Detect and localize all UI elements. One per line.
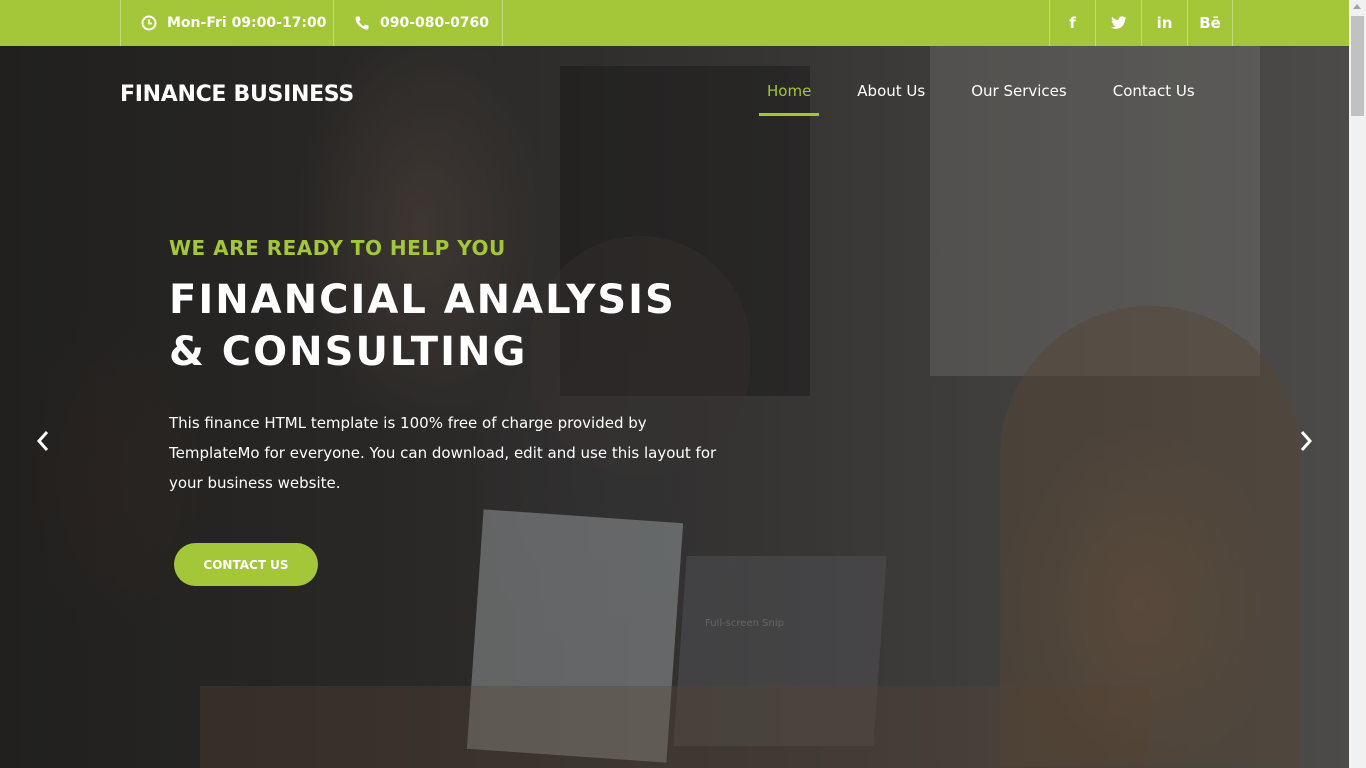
hero-caption: WE ARE READY TO HELP YOU FINANCIAL ANALY… (169, 236, 749, 498)
chevron-right-icon (1300, 431, 1313, 451)
phone-number-text: 090-080-0760 (380, 15, 490, 31)
hero-headline-line2: & CONSULTING (169, 329, 528, 375)
facebook-icon[interactable]: f (1049, 0, 1095, 46)
contact-us-button[interactable]: CONTACT US (174, 543, 318, 586)
twitter-icon[interactable] (1095, 0, 1141, 46)
nav-our-services[interactable]: Our Services (956, 72, 1082, 116)
slider-next-button[interactable] (1291, 426, 1321, 456)
twitter-bird-icon (1110, 16, 1126, 29)
hero-tagline: WE ARE READY TO HELP YOU (169, 236, 506, 260)
opening-hours-text: Mon-Fri 09:00-17:00 (167, 15, 327, 31)
overlay-faint-text: Full-screen Snip (705, 618, 784, 629)
scrollbar-thumb[interactable] (1351, 16, 1364, 116)
page-scrollbar[interactable] (1349, 0, 1366, 768)
page: Mon-Fri 09:00-17:00 090-080-0760 f in Bē (0, 0, 1366, 768)
scroll-up-arrow-icon[interactable] (1353, 4, 1361, 9)
top-bar: Mon-Fri 09:00-17:00 090-080-0760 f in Bē (0, 0, 1349, 46)
clock-icon (141, 15, 157, 31)
social-links: f in Bē (1049, 0, 1233, 46)
main-nav: Home About Us Our Services Contact Us (744, 72, 1218, 116)
hero-headline-line1: FINANCIAL ANALYSIS (169, 277, 676, 323)
hero-description: This finance HTML template is 100% free … (169, 414, 717, 492)
linkedin-icon[interactable]: in (1141, 0, 1187, 46)
phone-number[interactable]: 090-080-0760 (333, 0, 503, 46)
phone-icon (355, 16, 369, 30)
hero-headline: FINANCIAL ANALYSIS & CONSULTING (169, 274, 749, 378)
behance-icon[interactable]: Bē (1187, 0, 1233, 46)
hero-slider: FINANCE BUSINESS Home About Us Our Servi… (0, 46, 1349, 768)
nav-contact-us[interactable]: Contact Us (1098, 72, 1210, 116)
nav-home[interactable]: Home (752, 72, 826, 116)
opening-hours: Mon-Fri 09:00-17:00 (120, 0, 333, 46)
slider-prev-button[interactable] (28, 426, 58, 456)
chevron-left-icon (36, 431, 49, 451)
nav-about-us[interactable]: About Us (842, 72, 940, 116)
brand-logo[interactable]: FINANCE BUSINESS (120, 82, 354, 107)
